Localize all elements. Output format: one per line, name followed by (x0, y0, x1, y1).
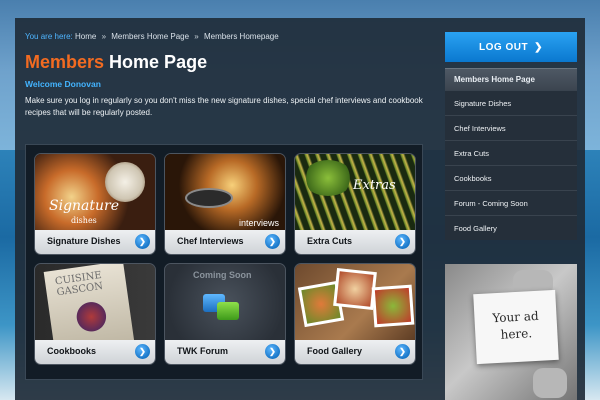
interviews-art-text: interviews (238, 218, 279, 228)
chevron-right-icon[interactable]: ❯ (265, 344, 280, 359)
welcome-message: Welcome Donovan (25, 79, 101, 89)
page-title-accent: Members (25, 52, 105, 72)
food-gallery-image (295, 264, 415, 342)
tile-twk-forum[interactable]: Coming Soon TWK Forum ❯ (164, 263, 286, 365)
tile-extra-cuts[interactable]: Extras Extra Cuts ❯ (294, 153, 416, 255)
breadcrumb-separator: » (101, 32, 107, 41)
tile-bar: TWK Forum ❯ (165, 340, 285, 364)
tile-bar: Cookbooks ❯ (35, 340, 155, 364)
breadcrumb-lead: You are here: (25, 32, 73, 41)
sidebar-item-signature-dishes[interactable]: Signature Dishes (445, 90, 577, 115)
tile-bar: Food Gallery ❯ (295, 340, 415, 364)
extras-art-text: Extras (353, 178, 396, 193)
chat-bubble-green-icon (217, 302, 239, 320)
breadcrumb-separator: » (194, 32, 199, 41)
sidebar-item-cookbooks[interactable]: Cookbooks (445, 165, 577, 190)
sidebar-item-extra-cuts[interactable]: Extra Cuts (445, 140, 577, 165)
breadcrumb-members-home[interactable]: Members Home Page (111, 32, 189, 41)
greens-shape (303, 160, 353, 196)
breadcrumb-home[interactable]: Home (75, 32, 96, 41)
content-panel: You are here: Home » Members Home Page »… (15, 18, 585, 400)
tile-signature-dishes[interactable]: Signature dishes Signature Dishes ❯ (34, 153, 156, 255)
cookbooks-image: CUISINE GASCON (35, 264, 155, 354)
photo-frame (371, 284, 415, 328)
section-grid: Signature dishes Signature Dishes ❯ inte… (25, 144, 423, 380)
illustration-shape (72, 297, 111, 336)
page-title: Members Home Page (25, 52, 425, 73)
signature-art-text: Signature (49, 198, 120, 214)
tile-food-gallery[interactable]: Food Gallery ❯ (294, 263, 416, 365)
plate-shape (105, 162, 145, 202)
sidebar-menu-title: Members Home Page (445, 68, 577, 90)
logout-label: LOG OUT (479, 41, 529, 53)
hand-shape (533, 368, 567, 398)
photo-frame (333, 268, 377, 310)
tile-bar: Signature Dishes ❯ (35, 230, 155, 254)
ad-card: Your ad here. (473, 289, 559, 365)
extra-cuts-image: Extras (295, 154, 415, 232)
chevron-right-icon[interactable]: ❯ (395, 344, 410, 359)
breadcrumb: You are here: Home » Members Home Page »… (25, 32, 425, 44)
intro-text: Make sure you log in regularly so you do… (25, 96, 423, 117)
dishes-art-text: dishes (71, 216, 97, 225)
tile-label: Extra Cuts (307, 236, 353, 246)
chevron-right-icon[interactable]: ❯ (265, 234, 280, 249)
pan-shape (185, 188, 233, 208)
tile-cookbooks[interactable]: CUISINE GASCON Cookbooks ❯ (34, 263, 156, 365)
sidebar: LOG OUT ❯ Members Home Page Signature Dis… (445, 32, 577, 400)
sidebar-item-chef-interviews[interactable]: Chef Interviews (445, 115, 577, 140)
main-content: You are here: Home » Members Home Page »… (25, 32, 425, 119)
signature-dishes-image: Signature dishes (35, 154, 155, 232)
tile-chef-interviews[interactable]: interviews Chef Interviews ❯ (164, 153, 286, 255)
tile-bar: Extra Cuts ❯ (295, 230, 415, 254)
chevron-right-icon[interactable]: ❯ (395, 234, 410, 249)
chevron-right-icon[interactable]: ❯ (135, 344, 150, 359)
tile-label: Chef Interviews (177, 236, 244, 246)
chevron-right-icon: ❯ (534, 41, 543, 53)
sidebar-item-food-gallery[interactable]: Food Gallery (445, 215, 577, 240)
breadcrumb-current: Members Homepage (203, 32, 279, 41)
tile-label: Cookbooks (47, 346, 97, 356)
ad-text: Your ad here. (480, 307, 552, 345)
sidebar-menu: Members Home Page Signature Dishes Chef … (445, 68, 577, 240)
tile-label: TWK Forum (177, 346, 228, 356)
logout-button[interactable]: LOG OUT ❯ (445, 32, 577, 62)
sidebar-item-forum[interactable]: Forum - Coming Soon (445, 190, 577, 215)
chevron-right-icon[interactable]: ❯ (135, 234, 150, 249)
page-title-rest: Home Page (109, 52, 208, 72)
forum-image: Coming Soon (165, 264, 285, 342)
tile-label: Signature Dishes (47, 236, 121, 246)
ad-banner[interactable]: Your ad here. (445, 264, 577, 400)
tile-label: Food Gallery (307, 346, 363, 356)
chef-interviews-image: interviews (165, 154, 285, 232)
cookbook-title-text: CUISINE GASCON (54, 269, 104, 299)
coming-soon-text: Coming Soon (193, 270, 252, 280)
ad-text-line: here. (500, 326, 533, 342)
tile-bar: Chef Interviews ❯ (165, 230, 285, 254)
